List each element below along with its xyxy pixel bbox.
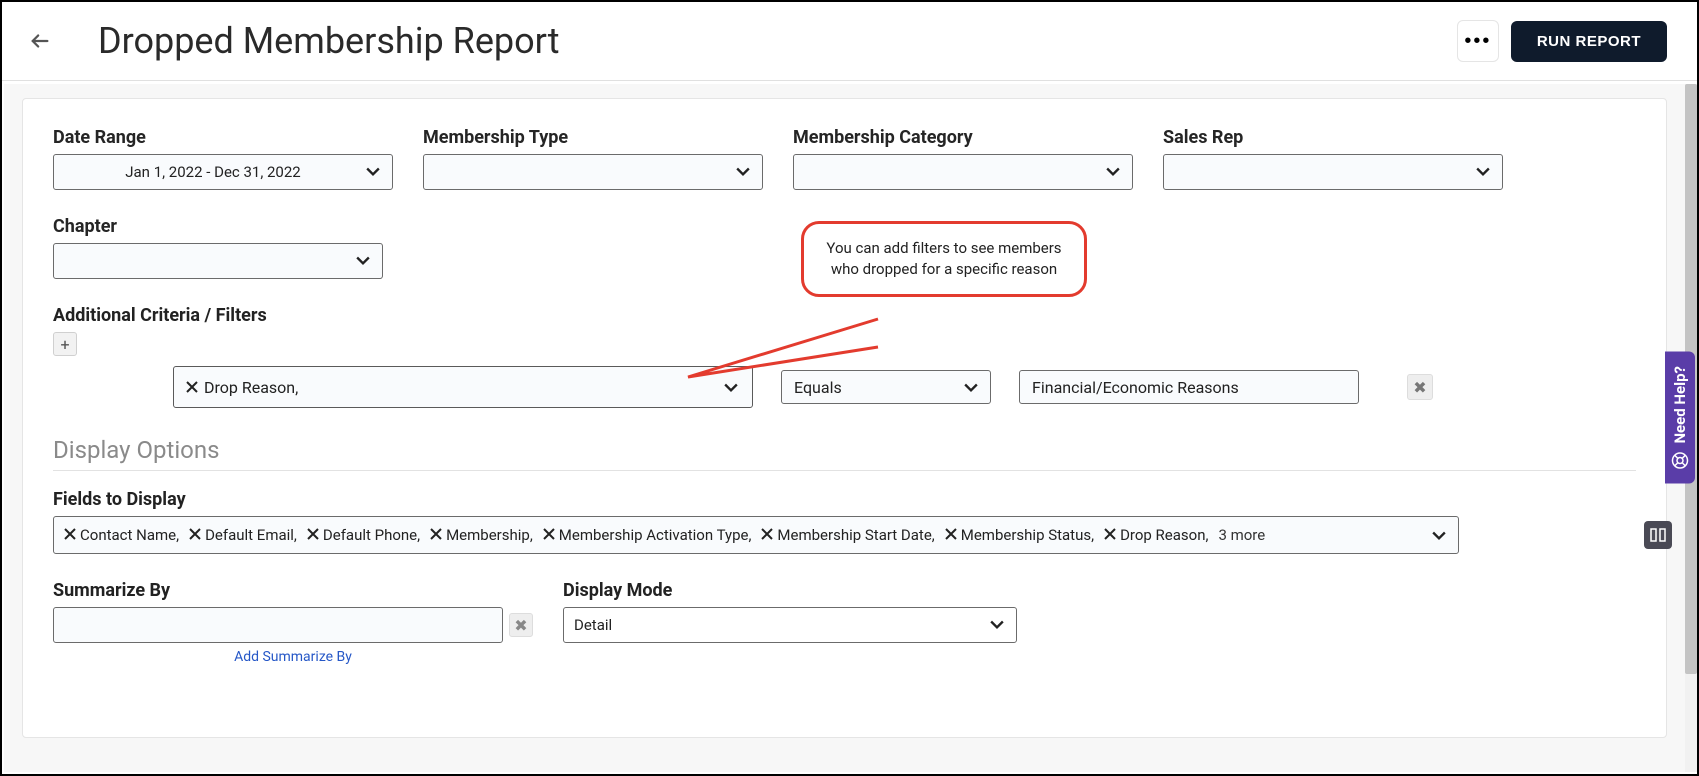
membership-type-label: Membership Type — [423, 127, 763, 148]
annotation-text: You can add filters to see members who d… — [826, 239, 1061, 278]
chevron-down-icon — [990, 616, 1004, 634]
fields-display-wrap: Contact Name, Default Email, Default Pho… — [53, 516, 1636, 554]
criteria-value-text: Financial/Economic Reasons — [1032, 378, 1239, 397]
need-help-tab[interactable]: Need Help? — [1665, 352, 1695, 484]
fields-toggle-button[interactable] — [1644, 521, 1672, 549]
fields-to-display-label: Fields to Display — [53, 489, 1636, 510]
display-options-title: Display Options — [53, 436, 1636, 464]
bottom-row: Summarize By ✖ Add Summarize By Display … — [53, 580, 1636, 665]
criteria-operator-value: Equals — [794, 378, 842, 397]
page-title: Dropped Membership Report — [98, 20, 1457, 62]
columns-icon — [1650, 527, 1666, 543]
field-chip: Default Phone, — [307, 526, 420, 544]
field-chip: Contact Name, — [64, 526, 179, 544]
field-chip: Membership, — [430, 526, 533, 544]
arrow-left-icon — [29, 30, 51, 52]
display-mode-field: Display Mode Detail — [563, 580, 1017, 643]
membership-category-label: Membership Category — [793, 127, 1133, 148]
display-mode-select[interactable]: Detail — [563, 607, 1017, 643]
field-chip-label: Membership Activation Type, — [559, 526, 752, 544]
field-chip-label: Default Phone, — [323, 526, 420, 544]
field-chip-label: Default Email, — [205, 526, 297, 544]
close-icon: ✖ — [514, 616, 527, 635]
date-range-label: Date Range — [53, 127, 393, 148]
criteria-operator-select[interactable]: Equals — [781, 370, 991, 404]
annotation-callout: You can add filters to see members who d… — [801, 221, 1087, 297]
chevron-down-icon — [1432, 526, 1446, 545]
remove-field-icon[interactable] — [186, 378, 198, 397]
sales-rep-select[interactable] — [1163, 154, 1503, 190]
add-summarize-link[interactable]: Add Summarize By — [53, 649, 533, 665]
chevron-down-icon — [964, 378, 978, 397]
field-chip: Membership Activation Type, — [543, 526, 752, 544]
remove-icon[interactable] — [1104, 526, 1116, 544]
criteria-value-input[interactable]: Financial/Economic Reasons — [1019, 370, 1359, 404]
criteria-field-value: Drop Reason, — [204, 378, 298, 397]
criteria-field-select[interactable]: Drop Reason, — [173, 366, 753, 408]
field-chip: Drop Reason, — [1104, 526, 1208, 544]
remove-icon[interactable] — [543, 526, 555, 544]
chevron-down-icon — [356, 252, 370, 270]
field-chip-label: Membership, — [446, 526, 533, 544]
chapter-select[interactable] — [53, 243, 383, 279]
field-chip-label: Contact Name, — [80, 526, 179, 544]
chapter-label: Chapter — [53, 216, 383, 237]
field-chip: Default Email, — [189, 526, 297, 544]
add-criteria-button[interactable]: + — [53, 332, 77, 356]
summarize-input[interactable] — [53, 607, 503, 643]
summarize-label: Summarize By — [53, 580, 533, 601]
date-range-select[interactable]: Jan 1, 2022 - Dec 31, 2022 — [53, 154, 393, 190]
page-header: Dropped Membership Report ••• RUN REPORT — [2, 2, 1697, 81]
chapter-field: Chapter — [53, 216, 383, 279]
chevron-down-icon — [1476, 163, 1490, 181]
date-range-field: Date Range Jan 1, 2022 - Dec 31, 2022 — [53, 127, 393, 190]
remove-icon[interactable] — [430, 526, 442, 544]
plus-icon: + — [60, 335, 69, 354]
remove-icon[interactable] — [189, 526, 201, 544]
membership-type-field: Membership Type — [423, 127, 763, 190]
chevron-down-icon — [366, 163, 380, 181]
filter-row-1: Date Range Jan 1, 2022 - Dec 31, 2022 Me… — [53, 127, 1636, 190]
run-report-button[interactable]: RUN REPORT — [1511, 21, 1667, 62]
field-chip: Membership Status, — [945, 526, 1094, 544]
back-button[interactable] — [22, 23, 58, 59]
close-icon: ✖ — [1413, 378, 1426, 397]
fields-to-display-select[interactable]: Contact Name, Default Email, Default Pho… — [53, 516, 1459, 554]
remove-icon[interactable] — [761, 526, 773, 544]
field-chip-label: Drop Reason, — [1120, 526, 1208, 544]
membership-category-select[interactable] — [793, 154, 1133, 190]
ellipsis-icon: ••• — [1464, 30, 1491, 53]
chevron-down-icon — [724, 378, 738, 397]
content-scroll: Date Range Jan 1, 2022 - Dec 31, 2022 Me… — [4, 84, 1685, 772]
delete-criteria-button[interactable]: ✖ — [1407, 374, 1433, 400]
membership-type-select[interactable] — [423, 154, 763, 190]
date-range-value: Jan 1, 2022 - Dec 31, 2022 — [125, 163, 300, 181]
criteria-row: Drop Reason, Equals Financial/Economic R… — [173, 366, 1636, 408]
sales-rep-label: Sales Rep — [1163, 127, 1503, 148]
summarize-clear-button[interactable]: ✖ — [509, 613, 533, 637]
summarize-field: Summarize By ✖ Add Summarize By — [53, 580, 533, 665]
field-chip: Membership Start Date, — [761, 526, 934, 544]
chevron-down-icon — [1106, 163, 1120, 181]
additional-criteria-label: Additional Criteria / Filters — [53, 305, 1636, 326]
lifebuoy-icon — [1671, 452, 1689, 470]
fields-more-count: 3 more — [1218, 526, 1265, 544]
membership-category-field: Membership Category — [793, 127, 1133, 190]
remove-icon[interactable] — [307, 526, 319, 544]
remove-icon[interactable] — [945, 526, 957, 544]
field-chip-label: Membership Start Date, — [777, 526, 934, 544]
need-help-label: Need Help? — [1671, 366, 1689, 444]
field-chip-label: Membership Status, — [961, 526, 1094, 544]
display-mode-value: Detail — [574, 616, 612, 634]
divider — [53, 470, 1636, 471]
remove-icon[interactable] — [64, 526, 76, 544]
display-mode-label: Display Mode — [563, 580, 1017, 601]
more-actions-button[interactable]: ••• — [1457, 20, 1499, 62]
chevron-down-icon — [736, 163, 750, 181]
filters-panel: Date Range Jan 1, 2022 - Dec 31, 2022 Me… — [22, 98, 1667, 738]
sales-rep-field: Sales Rep — [1163, 127, 1503, 190]
